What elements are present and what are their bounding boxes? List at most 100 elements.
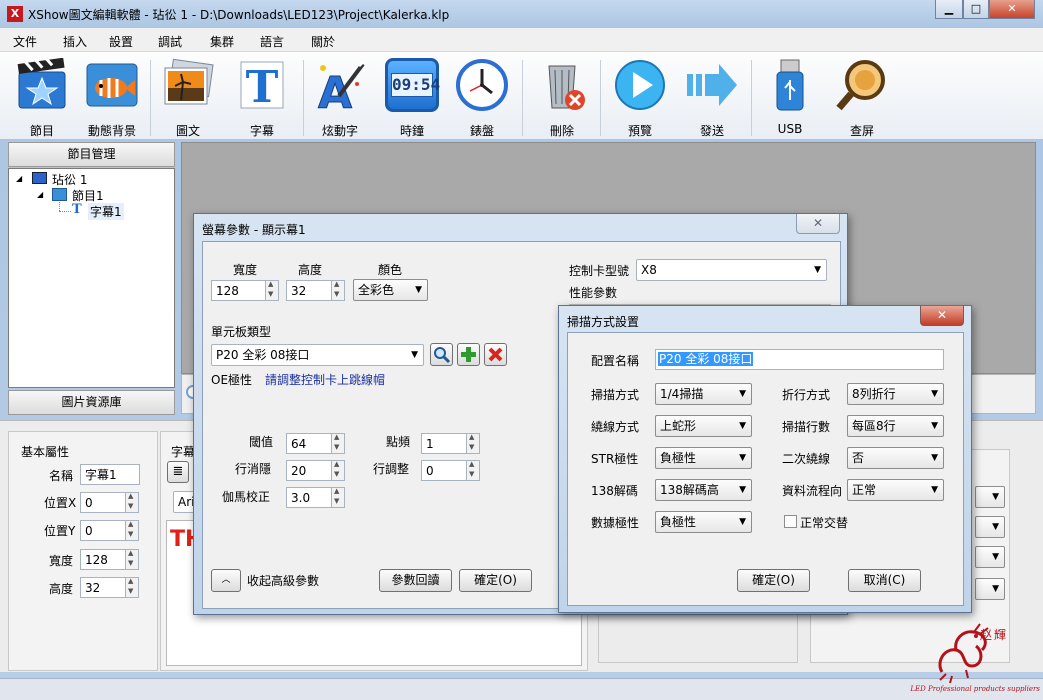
image-library-tab[interactable]: 圖片資源庫 bbox=[8, 390, 175, 415]
display-select[interactable]: ▼ bbox=[975, 486, 1005, 508]
tree-item-screen[interactable]: 玷彸 1 bbox=[52, 171, 87, 188]
unit-board-select[interactable]: P20 全彩 08接口 ▼ bbox=[211, 344, 424, 366]
blanking-label: 行消隱 bbox=[235, 462, 272, 476]
toolbar-delete-button[interactable]: 刪除 bbox=[529, 56, 595, 138]
threshold-field[interactable]: 64 bbox=[286, 433, 332, 454]
scan-ok-button[interactable]: 確定(O) bbox=[737, 569, 810, 592]
scan-mode-value: 1/4掃描 bbox=[660, 387, 704, 401]
tree-toggle[interactable]: ◢ bbox=[16, 174, 22, 183]
close-button[interactable]: ✕ bbox=[989, 0, 1035, 19]
toolbar-program-button[interactable]: 節目 bbox=[9, 56, 75, 138]
gamma-spinner[interactable] bbox=[331, 487, 345, 508]
tree-toggle[interactable]: ◢ bbox=[37, 190, 43, 199]
tree-item-subtitle[interactable]: 字幕1 bbox=[88, 203, 124, 220]
basic-props-group: 基本屬性 名稱 字幕1 位置X 0 位置Y 0 寬度 128 高度 32 bbox=[8, 431, 158, 671]
wiring-select[interactable]: 上蛇形 ▼ bbox=[655, 415, 752, 437]
maximize-button[interactable]: □ bbox=[963, 0, 989, 19]
pos-y-field[interactable]: 0 bbox=[80, 520, 126, 541]
second-wiring-label: 二次繞線 bbox=[782, 452, 831, 466]
toolbar-dial-button[interactable]: 錶盤 bbox=[449, 56, 515, 138]
display-select[interactable]: ▼ bbox=[975, 578, 1005, 600]
dot-freq-field[interactable]: 1 bbox=[421, 433, 467, 454]
oe-hint: 請調整控制卡上跳線帽 bbox=[265, 373, 386, 387]
alternate-checkbox[interactable] bbox=[784, 515, 797, 528]
flow-direction-select[interactable]: 正常 ▼ bbox=[847, 479, 944, 501]
pos-x-field[interactable]: 0 bbox=[80, 492, 126, 513]
add-board-button[interactable] bbox=[457, 343, 480, 366]
toolbar-usb-button[interactable]: USB bbox=[757, 56, 823, 138]
toolbar-label: USB bbox=[777, 122, 803, 136]
controller-select-value: X8 bbox=[641, 263, 657, 277]
screen-width-field[interactable]: 128 bbox=[211, 280, 266, 301]
screen-ok-button[interactable]: 確定(O) bbox=[459, 569, 532, 592]
gamma-field[interactable]: 3.0 bbox=[286, 487, 332, 508]
menu-about[interactable]: 關於 bbox=[311, 33, 335, 50]
program-tree: ◢ 玷彸 1 ◢ 節目1 T 字幕1 bbox=[8, 168, 175, 388]
toolbar-animated-text-button[interactable]: A 炫動字 bbox=[307, 56, 373, 138]
app-logo-icon: X bbox=[7, 6, 23, 22]
toolbar-clock-button[interactable]: 09:54 時鐘 bbox=[379, 56, 445, 138]
name-field[interactable]: 字幕1 bbox=[80, 464, 140, 485]
menu-file[interactable]: 文件 bbox=[13, 33, 37, 50]
program-manager-header[interactable]: 節目管理 bbox=[8, 142, 175, 167]
threshold-spinner[interactable] bbox=[331, 433, 345, 454]
width-field[interactable]: 128 bbox=[80, 549, 126, 570]
scan-rows-label: 掃描行數 bbox=[782, 420, 831, 434]
toolbar-separator bbox=[150, 60, 151, 136]
menu-language[interactable]: 語言 bbox=[260, 33, 284, 50]
delete-board-button[interactable] bbox=[484, 343, 507, 366]
wiring-value: 上蛇形 bbox=[660, 419, 697, 433]
menu-insert[interactable]: 插入 bbox=[63, 33, 87, 50]
readback-button[interactable]: 參數回讀 bbox=[379, 569, 452, 592]
toolbar-subtitle-button[interactable]: T 字幕 bbox=[229, 56, 295, 138]
screen-height-field[interactable]: 32 bbox=[286, 280, 332, 301]
scan-cancel-button[interactable]: 取消(C) bbox=[848, 569, 921, 592]
fold-mode-select[interactable]: 8列折行 ▼ bbox=[847, 383, 944, 405]
collapse-button[interactable]: ︿ bbox=[211, 569, 241, 592]
decode-select[interactable]: 138解碼高 ▼ bbox=[655, 479, 752, 501]
color-select[interactable]: 全彩色 ▼ bbox=[353, 279, 428, 301]
blanking-spinner[interactable] bbox=[331, 460, 345, 481]
name-label: 名稱 bbox=[49, 469, 74, 483]
toolbar-separator bbox=[303, 60, 304, 136]
toolbar-picture-text-button[interactable]: 圖文 bbox=[155, 56, 221, 138]
line-adjust-label: 行調整 bbox=[373, 462, 410, 476]
screen-width-spinner[interactable] bbox=[265, 280, 279, 301]
menu-debug[interactable]: 調試 bbox=[158, 33, 182, 50]
toolbar-preview-button[interactable]: 預覽 bbox=[607, 56, 673, 138]
align-left-icon[interactable]: ≣ bbox=[167, 461, 189, 483]
dot-freq-spinner[interactable] bbox=[466, 433, 480, 454]
line-adjust-field[interactable]: 0 bbox=[421, 460, 467, 481]
toolbar-send-button[interactable]: 發送 bbox=[679, 56, 745, 138]
scan-rows-select[interactable]: 每區8行 ▼ bbox=[847, 415, 944, 437]
height-spinner[interactable] bbox=[125, 577, 139, 598]
dialog-close-button[interactable]: ✕ bbox=[796, 214, 840, 234]
display-select[interactable]: ▼ bbox=[975, 546, 1005, 568]
flow-direction-label: 資料流程向 bbox=[782, 484, 843, 498]
menu-cluster[interactable]: 集群 bbox=[210, 33, 234, 50]
scan-rows-value: 每區8行 bbox=[852, 419, 896, 433]
second-wiring-select[interactable]: 否 ▼ bbox=[847, 447, 944, 469]
display-select[interactable]: ▼ bbox=[975, 516, 1005, 538]
pos-y-spinner[interactable] bbox=[125, 520, 139, 541]
controller-select[interactable]: X8 ▼ bbox=[636, 259, 827, 281]
pos-x-spinner[interactable] bbox=[125, 492, 139, 513]
logo-caption: LED Professional products suppliers bbox=[910, 685, 1040, 693]
menu-settings[interactable]: 設置 bbox=[109, 33, 133, 50]
dialog-close-button[interactable]: ✕ bbox=[920, 306, 964, 326]
search-board-button[interactable] bbox=[430, 343, 453, 366]
width-spinner[interactable] bbox=[125, 549, 139, 570]
toolbar-label: 時鐘 bbox=[399, 124, 424, 138]
screen-height-spinner[interactable] bbox=[331, 280, 345, 301]
subtitle-group-title: 字幕 bbox=[171, 445, 196, 459]
line-adjust-spinner[interactable] bbox=[466, 460, 480, 481]
config-name-field[interactable]: P20 全彩 08接口 bbox=[655, 349, 944, 370]
data-polarity-select[interactable]: 負極性 ▼ bbox=[655, 511, 752, 533]
minimize-button[interactable]: ▁ bbox=[935, 0, 963, 19]
str-polarity-select[interactable]: 負極性 ▼ bbox=[655, 447, 752, 469]
blanking-field[interactable]: 20 bbox=[286, 460, 332, 481]
height-field[interactable]: 32 bbox=[80, 577, 126, 598]
toolbar-dynamic-background-button[interactable]: 動態背景 bbox=[79, 56, 145, 138]
scan-mode-select[interactable]: 1/4掃描 ▼ bbox=[655, 383, 752, 405]
toolbar-check-screen-button[interactable]: 查屏 bbox=[829, 56, 895, 138]
